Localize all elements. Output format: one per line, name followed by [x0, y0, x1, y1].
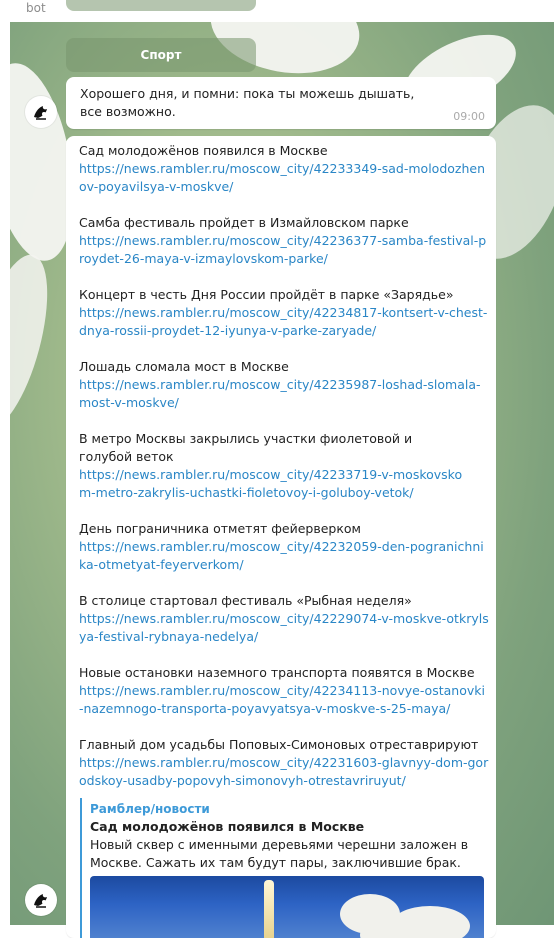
- news-title: В столице стартовал фестиваль «Рыбная не…: [79, 593, 412, 608]
- news-title: Новые остановки наземного транспорта поя…: [79, 665, 475, 680]
- preview-image-tower: [264, 880, 274, 938]
- news-item: В метро Москвы закрылись участки фиолето…: [79, 430, 469, 502]
- preview-title: Сад молодожёнов появился в Москве: [90, 819, 365, 834]
- message-text: Хорошего дня, и помни: пока ты можешь ды…: [80, 86, 415, 119]
- news-link[interactable]: https://news.rambler.ru/moscow_city/4223…: [79, 466, 469, 502]
- news-item: Концерт в честь Дня России пройдёт в пар…: [79, 286, 489, 340]
- bot-avatar[interactable]: [25, 884, 57, 916]
- news-link[interactable]: https://news.rambler.ru/moscow_city/4223…: [79, 304, 489, 340]
- news-link[interactable]: https://news.rambler.ru/moscow_city/4223…: [79, 682, 489, 718]
- news-item: Лошадь сломала мост в Москве https://new…: [79, 358, 489, 412]
- background-petal: [10, 247, 63, 437]
- news-link[interactable]: https://news.rambler.ru/moscow_city/4223…: [79, 232, 489, 268]
- message-bubble: Хорошего дня, и помни: пока ты можешь ды…: [66, 77, 496, 129]
- news-title: День пограничника отметят фейерверком: [79, 521, 361, 536]
- bot-avatar-icon: [34, 106, 47, 120]
- news-link[interactable]: https://news.rambler.ru/moscow_city/4223…: [79, 160, 489, 196]
- news-message-bubble: Сад молодожёнов появился в Москве https:…: [66, 136, 496, 938]
- preview-image[interactable]: [90, 876, 484, 938]
- keyboard-button-sport[interactable]: Спорт: [66, 38, 256, 72]
- news-item: Самба фестиваль пройдет в Измайловском п…: [79, 214, 489, 268]
- news-title: Главный дом усадьбы Поповых-Симоновых от…: [79, 737, 479, 752]
- bot-avatar[interactable]: [25, 96, 57, 128]
- news-link[interactable]: https://news.rambler.ru/moscow_city/4223…: [79, 376, 489, 412]
- news-title: Лошадь сломала мост в Москве: [79, 359, 289, 374]
- news-title: Концерт в честь Дня России пройдёт в пар…: [79, 287, 454, 302]
- news-link[interactable]: https://news.rambler.ru/moscow_city/4223…: [79, 754, 489, 790]
- bot-avatar-icon: [34, 894, 47, 908]
- news-item: Новые остановки наземного транспорта поя…: [79, 664, 489, 718]
- news-title: Самба фестиваль пройдет в Измайловском п…: [79, 215, 409, 230]
- news-item: Главный дом усадьбы Поповых-Симоновых от…: [79, 736, 489, 790]
- message-time: 09:00: [453, 110, 485, 123]
- preview-description: Новый сквер с именными деревьями черешни…: [90, 837, 469, 870]
- news-title: Сад молодожёнов появился в Москве: [79, 143, 328, 158]
- news-link[interactable]: https://news.rambler.ru/moscow_city/4223…: [79, 538, 489, 574]
- news-link[interactable]: https://news.rambler.ru/moscow_city/4222…: [79, 610, 489, 646]
- window-title: bot: [26, 1, 46, 15]
- preview-site-name: Рамблер/новости: [90, 802, 210, 816]
- news-item: Сад молодожёнов появился в Москве https:…: [79, 142, 489, 196]
- news-item: День пограничника отметят фейерверком ht…: [79, 520, 489, 574]
- link-preview[interactable]: Рамблер/новости Сад молодожёнов появился…: [80, 798, 486, 938]
- news-title: В метро Москвы закрылись участки фиолето…: [79, 431, 413, 464]
- keyboard-button[interactable]: [66, 0, 256, 11]
- news-item: В столице стартовал фестиваль «Рыбная не…: [79, 592, 489, 646]
